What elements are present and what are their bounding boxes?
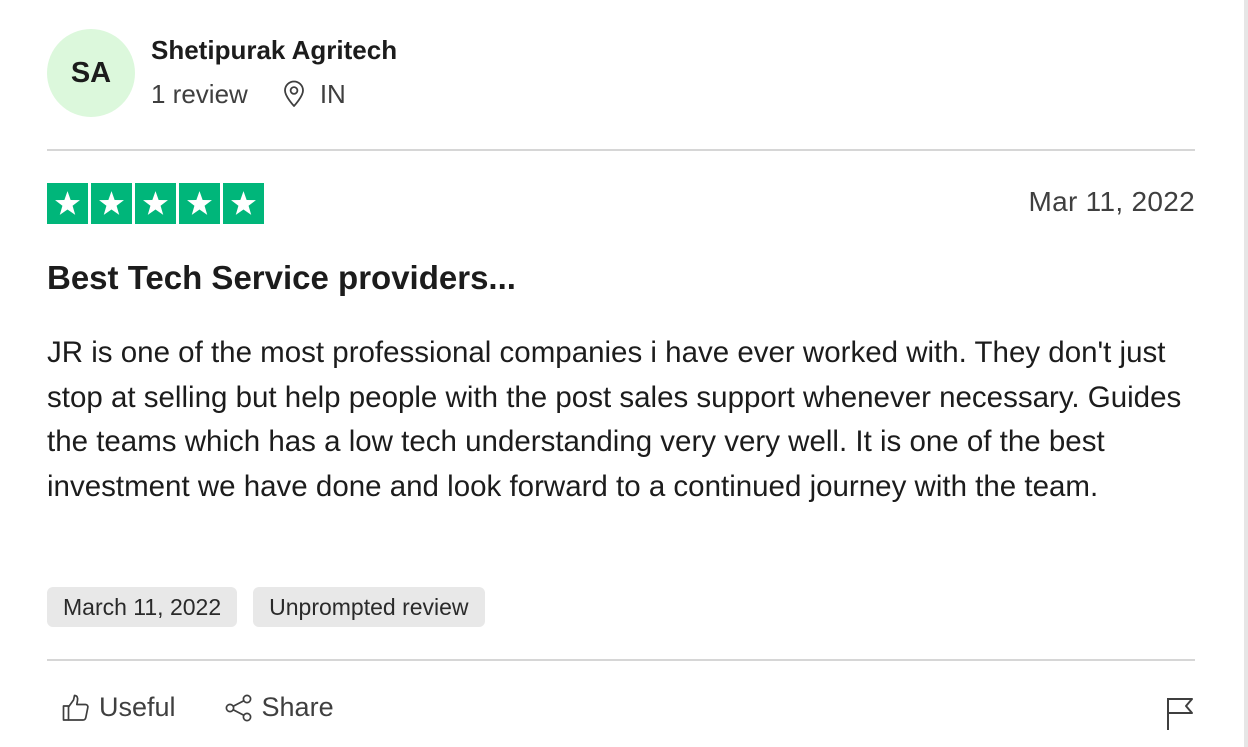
header-divider	[47, 149, 1195, 151]
star-box	[47, 183, 88, 224]
star-box	[179, 183, 220, 224]
star-icon	[231, 191, 256, 215]
star-box	[91, 183, 132, 224]
review-card: SA Shetipurak Agritech 1 review IN Mar 1…	[47, 0, 1195, 747]
review-tags: March 11, 2022 Unprompted review	[47, 587, 485, 627]
experience-date-badge: March 11, 2022	[47, 587, 238, 627]
star-icon	[143, 191, 168, 215]
thumbs-up-icon	[62, 694, 89, 721]
review-title[interactable]: Best Tech Service providers...	[47, 256, 516, 300]
review-date: Mar 11, 2022	[1028, 186, 1195, 217]
review-body: JR is one of the most professional compa…	[47, 336, 1182, 503]
reviewer-location: IN	[319, 78, 346, 109]
share-label: Share	[261, 692, 334, 722]
useful-label: Useful	[99, 692, 176, 722]
share-icon	[225, 694, 251, 721]
useful-button[interactable]: Useful	[61, 692, 176, 723]
star-icon	[99, 191, 124, 215]
star-rating	[47, 183, 264, 224]
location-pin-icon	[283, 80, 304, 107]
avatar: SA	[47, 29, 135, 117]
star-box	[135, 183, 176, 224]
star-icon	[187, 191, 212, 215]
flag-icon[interactable]	[1165, 695, 1195, 731]
star-icon	[55, 191, 80, 215]
review-actions: Useful Share	[61, 692, 382, 723]
reviewer-name[interactable]: Shetipurak Agritech	[151, 32, 397, 68]
share-button[interactable]: Share	[224, 692, 334, 723]
scrollbar-edge	[1244, 0, 1248, 747]
reviewer-meta: 1 review IN	[151, 76, 346, 112]
review-type-badge[interactable]: Unprompted review	[253, 587, 485, 627]
footer-divider	[47, 659, 1195, 661]
review-count: 1 review	[151, 78, 248, 109]
star-box	[223, 183, 264, 224]
avatar-initials: SA	[70, 56, 112, 89]
